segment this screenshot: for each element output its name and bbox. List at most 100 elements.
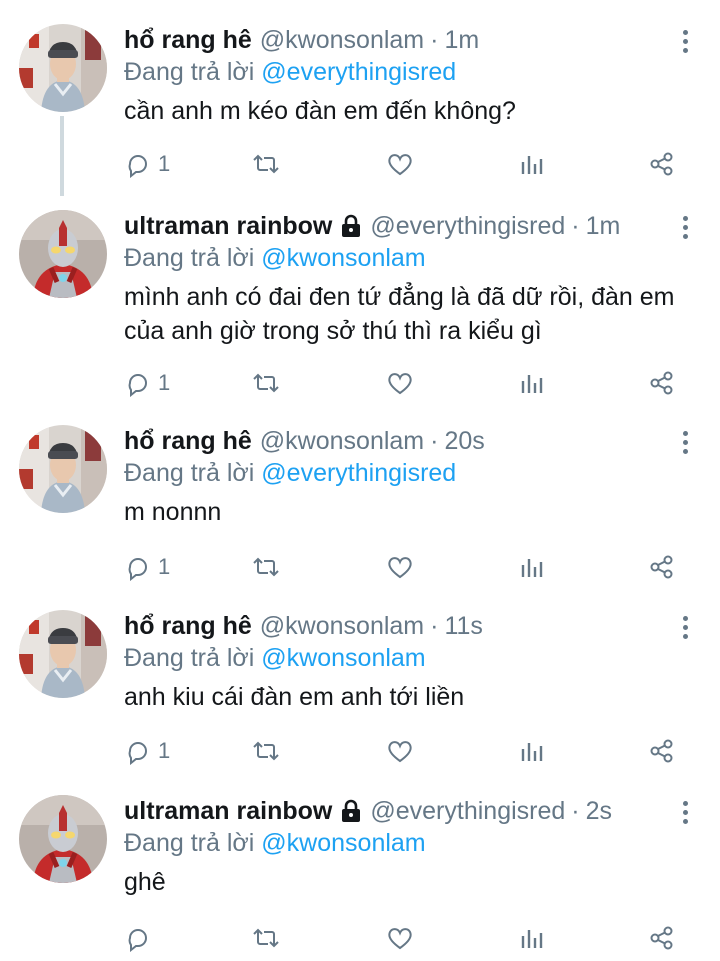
timestamp[interactable]: 2s <box>586 795 612 827</box>
ultraman-avatar[interactable] <box>19 795 107 883</box>
display-name[interactable]: ultraman rainbow <box>124 795 332 827</box>
separator-dot: · <box>430 612 439 640</box>
display-name[interactable]: hổ rang hê <box>124 24 252 56</box>
timestamp[interactable]: 20s <box>444 425 484 457</box>
timestamp[interactable]: 1m <box>444 24 479 56</box>
like-icon <box>388 928 412 950</box>
share-icon <box>650 739 673 763</box>
reply-button[interactable]: 1 <box>124 735 170 767</box>
stats-button[interactable] <box>518 922 546 954</box>
tweet-header: hổ rang hê @kwonsonlam · 1m <box>124 24 660 56</box>
reply-button[interactable]: 1 <box>124 367 170 399</box>
user-handle[interactable]: @everythingisred <box>370 210 565 242</box>
replying-to-label: Đang trả lời <box>124 244 255 272</box>
lock-icon <box>340 214 362 238</box>
tweet-text: ghê <box>124 868 166 896</box>
replying-to: Đang trả lời @kwonsonlam <box>124 242 426 274</box>
like-icon <box>388 741 412 763</box>
tweet-actions: 1 <box>124 367 684 399</box>
reply-count: 1 <box>158 370 171 395</box>
more-options-icon[interactable] <box>682 801 690 825</box>
retweet-icon <box>253 373 279 393</box>
stats-button[interactable] <box>518 551 546 583</box>
person-avatar[interactable] <box>19 610 107 698</box>
mention-link[interactable]: @everythingisred <box>261 58 456 86</box>
share-button[interactable] <box>648 148 676 180</box>
share-button[interactable] <box>648 922 676 954</box>
lock-icon <box>340 799 362 823</box>
like-button[interactable] <box>386 551 414 583</box>
tweet[interactable]: hổ rang hê @kwonsonlam · 1m Đang trả lời @ev… <box>0 24 720 184</box>
stats-button[interactable] <box>518 148 546 180</box>
tweet[interactable]: ultraman rainbow @everythingisred · 1m Đang… <box>0 210 720 403</box>
share-icon <box>650 371 673 395</box>
like-button[interactable] <box>386 148 414 180</box>
tweet[interactable]: hổ rang hê @kwonsonlam · 20s Đang trả lời @e… <box>0 425 720 587</box>
retweet-button[interactable] <box>252 922 280 954</box>
ultraman-avatar[interactable] <box>19 210 107 298</box>
tweet[interactable]: hổ rang hê @kwonsonlam · 11s Đang trả lời @k… <box>0 610 720 771</box>
reply-button[interactable] <box>124 922 158 954</box>
tweet-actions: 1 <box>124 148 684 180</box>
user-handle[interactable]: @kwonsonlam <box>260 24 424 56</box>
tweet-text: anh kiu cái đàn em anh tới liền <box>124 683 465 711</box>
user-handle[interactable]: @kwonsonlam <box>260 425 424 457</box>
share-button[interactable] <box>648 735 676 767</box>
person-avatar[interactable] <box>19 425 107 513</box>
reply-icon <box>128 742 147 765</box>
stats-icon <box>521 559 543 577</box>
stats-button[interactable] <box>518 735 546 767</box>
retweet-icon <box>253 557 279 577</box>
reply-count: 1 <box>158 738 171 763</box>
reply-icon <box>128 558 147 581</box>
more-options-icon[interactable] <box>682 616 690 640</box>
display-name[interactable]: hổ rang hê <box>124 610 252 642</box>
mention-link[interactable]: @kwonsonlam <box>261 244 425 272</box>
tweet-header: hổ rang hê @kwonsonlam · 11s <box>124 610 660 642</box>
mention-link[interactable]: @kwonsonlam <box>261 644 425 672</box>
retweet-icon <box>253 154 279 174</box>
display-name[interactable]: hổ rang hê <box>124 425 252 457</box>
like-button[interactable] <box>386 922 414 954</box>
share-button[interactable] <box>648 551 676 583</box>
share-button[interactable] <box>648 367 676 399</box>
reply-icon <box>128 374 147 397</box>
separator-dot: · <box>430 26 439 54</box>
person-avatar[interactable] <box>19 24 107 112</box>
like-icon <box>388 373 412 395</box>
stats-icon <box>521 743 543 761</box>
share-icon <box>650 152 673 176</box>
stats-icon <box>521 156 543 174</box>
retweet-button[interactable] <box>252 148 280 180</box>
timestamp[interactable]: 1m <box>586 210 621 242</box>
more-options-icon[interactable] <box>682 30 690 54</box>
reply-button[interactable]: 1 <box>124 551 170 583</box>
reply-icon <box>128 155 147 178</box>
reply-button[interactable]: 1 <box>124 148 170 180</box>
share-icon <box>650 555 673 579</box>
tweet-header: ultraman rainbow @everythingisred · 1m <box>124 210 660 242</box>
more-options-icon[interactable] <box>682 216 690 240</box>
retweet-button[interactable] <box>252 735 280 767</box>
timestamp[interactable]: 11s <box>444 610 482 642</box>
replying-to: Đang trả lời @kwonsonlam <box>124 827 426 859</box>
retweet-button[interactable] <box>252 367 280 399</box>
stats-button[interactable] <box>518 367 546 399</box>
like-button[interactable] <box>386 367 414 399</box>
tweet[interactable]: ultraman rainbow @everythingisred · 2s Đang… <box>0 795 720 958</box>
user-handle[interactable]: @kwonsonlam <box>260 610 424 642</box>
tweet-actions: 1 <box>124 735 684 767</box>
user-handle[interactable]: @everythingisred <box>370 795 565 827</box>
tweet-header: ultraman rainbow @everythingisred · 2s <box>124 795 660 827</box>
more-options-icon[interactable] <box>682 431 690 455</box>
reply-count: 1 <box>158 554 171 579</box>
replying-to-label: Đang trả lời <box>124 644 255 672</box>
like-button[interactable] <box>386 735 414 767</box>
tweet-text: cần anh m kéo đàn em đến không? <box>124 97 516 125</box>
mention-link[interactable]: @kwonsonlam <box>261 829 425 857</box>
retweet-button[interactable] <box>252 551 280 583</box>
display-name[interactable]: ultraman rainbow <box>124 210 332 242</box>
share-icon <box>650 926 673 950</box>
mention-link[interactable]: @everythingisred <box>261 459 456 487</box>
retweet-icon <box>253 741 279 761</box>
